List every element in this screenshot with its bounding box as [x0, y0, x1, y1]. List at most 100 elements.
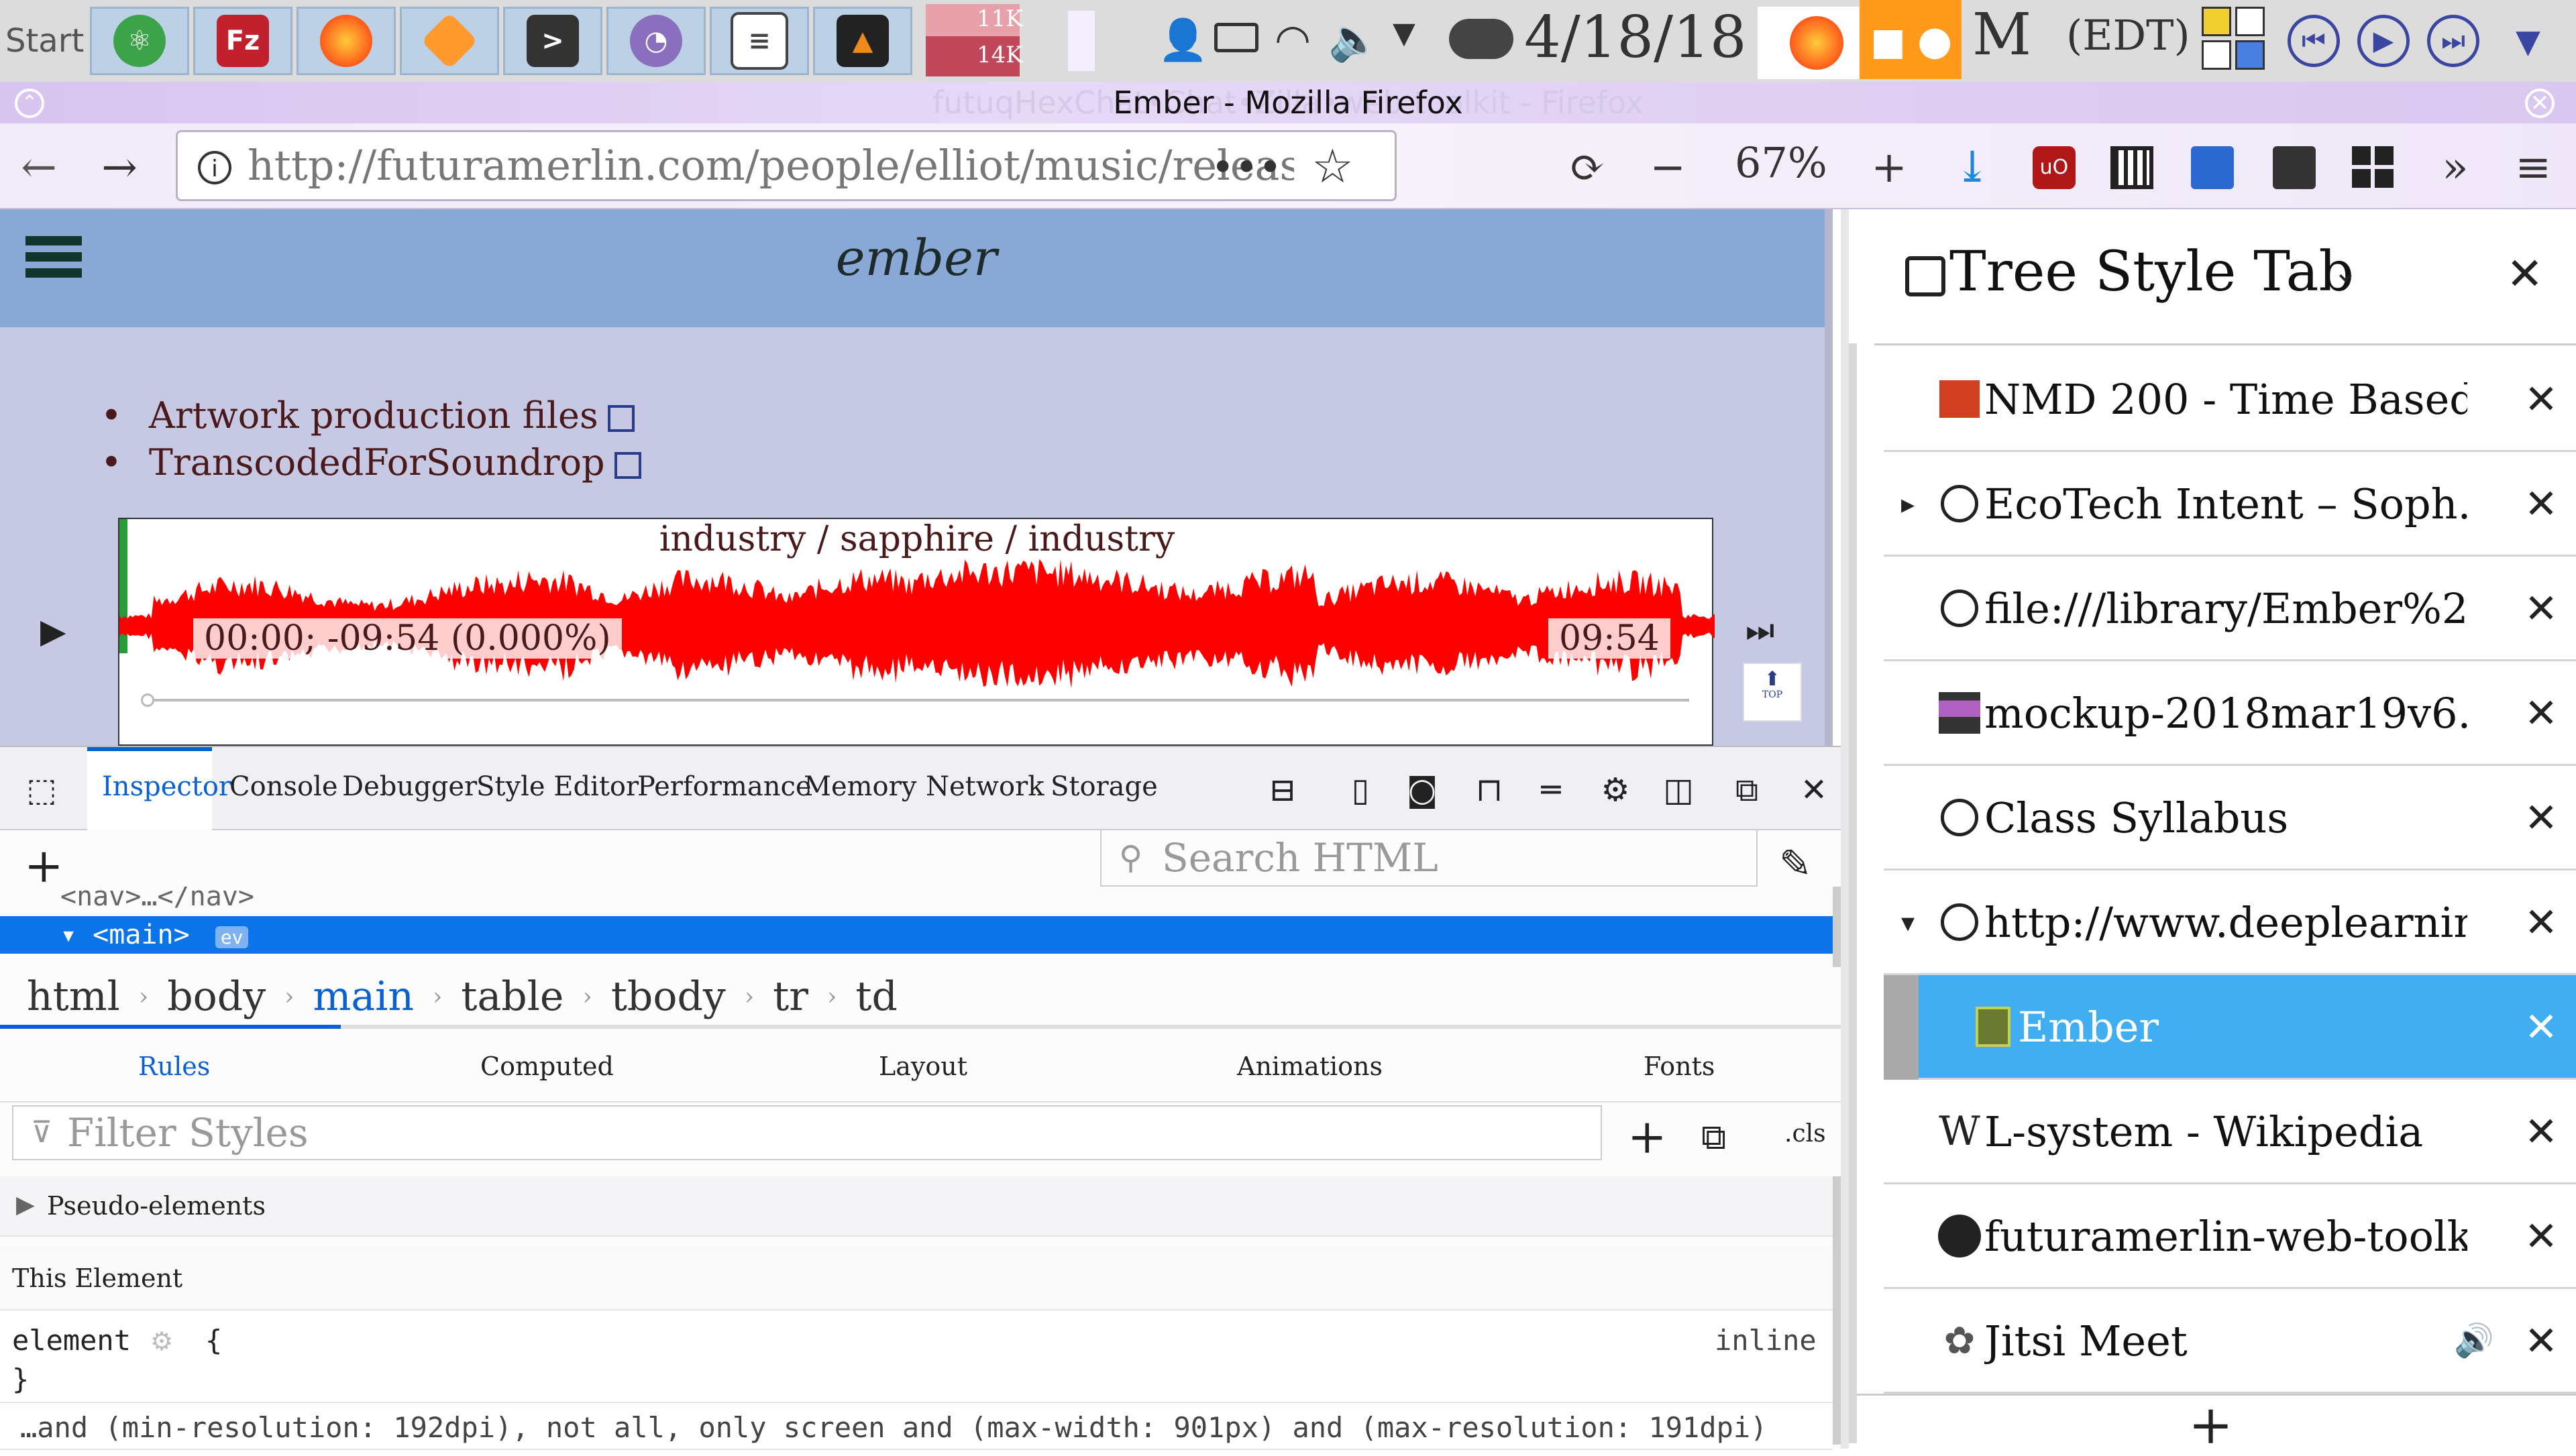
- tab-inspector[interactable]: Inspector: [102, 771, 231, 802]
- weather-cloud-icon[interactable]: [1449, 19, 1513, 59]
- sidebar-tab[interactable]: ▸ EcoTech Intent – Soph.. (2) ✕: [1884, 452, 2576, 557]
- next-track-icon[interactable]: ⏭: [2427, 15, 2479, 67]
- site-info-icon[interactable]: i: [198, 151, 231, 184]
- tab-rules[interactable]: Rules: [138, 1052, 210, 1081]
- cls-toggle[interactable]: .cls: [1784, 1120, 1826, 1147]
- link-artwork[interactable]: • Artwork production files: [101, 394, 635, 437]
- sidebar-tab[interactable]: ▾ http://www.deeplearningb.. ✕: [1884, 871, 2576, 975]
- previous-track-icon[interactable]: ⏮: [2288, 15, 2340, 67]
- tab-computed[interactable]: Computed: [480, 1052, 614, 1081]
- play-icon[interactable]: ▶: [2357, 15, 2410, 67]
- page-scrollbar[interactable]: [1825, 209, 1833, 746]
- crumb-table[interactable]: table: [461, 973, 564, 1020]
- taskbar-app-terminal[interactable]: >: [503, 7, 602, 75]
- app-menu-button[interactable]: ≡: [2506, 141, 2560, 194]
- sidebar-tab[interactable]: W L-system - Wikipedia ✕: [1884, 1080, 2576, 1184]
- tab-debugger[interactable]: Debugger: [342, 771, 477, 802]
- tab-close-icon[interactable]: ✕: [2514, 1184, 2568, 1289]
- sidebar-tab[interactable]: file:///library/Ember%20sa.. ✕: [1884, 557, 2576, 661]
- tab-close-icon[interactable]: ✕: [2514, 871, 2568, 975]
- sidebar-close-icon[interactable]: ✕: [2506, 248, 2543, 300]
- tab-audio-icon[interactable]: 🔊: [2454, 1321, 2494, 1359]
- inline-source-link[interactable]: inline: [1715, 1324, 1817, 1357]
- dock-side-icon[interactable]: ◫: [1660, 771, 1697, 809]
- play-button[interactable]: ▶: [40, 612, 66, 651]
- seek-handle[interactable]: [141, 693, 154, 707]
- crumb-main[interactable]: main: [313, 973, 415, 1020]
- element-rule[interactable]: element ⚙ { } inline: [0, 1312, 1833, 1403]
- screenshot-icon[interactable]: [2273, 146, 2316, 189]
- close-devtools-icon[interactable]: ✕: [1795, 771, 1833, 809]
- user-status-icon[interactable]: 👤: [1158, 16, 1208, 64]
- sidebar-tab[interactable]: mockup-2018mar19v6.png .. ✕: [1884, 661, 2576, 766]
- tab-animations[interactable]: Animations: [1237, 1052, 1383, 1081]
- zoom-level[interactable]: 67%: [1735, 138, 1827, 187]
- measure-icon[interactable]: ═: [1532, 771, 1570, 809]
- workspace-4[interactable]: [2235, 40, 2265, 70]
- tray-firefox[interactable]: [1758, 7, 1873, 79]
- sidebar-tab[interactable]: futuramerlin-web-toolkit/.. ✕: [1884, 1184, 2576, 1289]
- crumb-html[interactable]: html: [27, 973, 120, 1020]
- search-html-input[interactable]: ⚲ Search HTML: [1100, 829, 1758, 887]
- reload-button[interactable]: ⟳: [1560, 141, 1614, 194]
- expand-triangle-icon[interactable]: ▾: [60, 919, 93, 950]
- tree-twisty-icon[interactable]: ▾: [1901, 871, 1915, 975]
- rulers-icon[interactable]: ⊓: [1470, 771, 1508, 809]
- tab-performance[interactable]: Performance: [637, 771, 812, 802]
- new-tab-button[interactable]: +: [2188, 1394, 2233, 1456]
- tab-console[interactable]: Console: [229, 771, 338, 802]
- workspace-1[interactable]: [2202, 7, 2231, 36]
- taskbar-app-atom[interactable]: ⚛: [90, 7, 189, 75]
- responsive-design-icon[interactable]: ▯: [1342, 771, 1379, 809]
- start-button[interactable]: Start: [5, 0, 84, 82]
- site-brand[interactable]: ember: [0, 229, 1833, 287]
- link-transcoded[interactable]: • TranscodedForSoundrop: [101, 441, 641, 484]
- sidebar-scrollbar[interactable]: [1849, 343, 1857, 1443]
- sidebar-tab[interactable]: NMD 200 - Time Based .. ✕: [1884, 347, 2576, 452]
- sharing-indicator[interactable]: ■ ●: [1860, 0, 1962, 79]
- page-actions-icon[interactable]: •••: [1211, 144, 1282, 191]
- split-layout-icon[interactable]: ⊟: [1264, 771, 1301, 809]
- workspace-3[interactable]: [2202, 40, 2231, 70]
- sidebar-tab[interactable]: ✿ Jitsi Meet 🔊 ✕: [1884, 1289, 2576, 1394]
- tab-network[interactable]: Network: [926, 771, 1044, 802]
- add-node-icon[interactable]: +: [24, 838, 64, 893]
- taskbar-app-firefox[interactable]: [297, 7, 396, 75]
- event-badge[interactable]: ev: [215, 926, 249, 948]
- sidebar-title[interactable]: Tree Style Tab: [1949, 240, 2354, 304]
- add-rule-icon[interactable]: +: [1627, 1109, 1667, 1164]
- volume-menu-chevron-icon[interactable]: ▼: [1393, 16, 1415, 50]
- save-icon[interactable]: [2191, 146, 2234, 189]
- eyedropper-icon[interactable]: ✎: [1779, 841, 1812, 887]
- tab-close-icon[interactable]: ✕: [2514, 452, 2568, 557]
- tab-storage[interactable]: Storage: [1051, 771, 1158, 802]
- ublock-icon[interactable]: uO: [2033, 146, 2076, 189]
- pseudo-elements-row[interactable]: ▶ Pseudo-elements: [0, 1176, 1833, 1237]
- zoom-in-button[interactable]: +: [1862, 141, 1916, 194]
- markup-scrollbar[interactable]: [1833, 887, 1841, 967]
- tab-style-editor[interactable]: Style Editor: [476, 771, 639, 802]
- url-bar[interactable]: i http://futuramerlin.com/people/elliot/…: [176, 130, 1397, 201]
- bookmark-star-icon[interactable]: ☆: [1311, 139, 1354, 194]
- volume-icon[interactable]: 🔈: [1328, 15, 1380, 64]
- url-text[interactable]: http://futuramerlin.com/people/elliot/mu…: [248, 132, 1294, 199]
- crumb-td[interactable]: td: [855, 973, 898, 1020]
- overflow-button[interactable]: »: [2428, 141, 2482, 194]
- markup-node-main[interactable]: ▾ <main> ev: [0, 916, 1833, 954]
- tab-fonts[interactable]: Fonts: [1644, 1052, 1715, 1081]
- back-to-top-button[interactable]: ⬆ TOP: [1743, 663, 1802, 722]
- taskbar-app-editor[interactable]: ≡: [710, 7, 809, 75]
- tab-close-icon[interactable]: ✕: [2514, 766, 2568, 871]
- workspace-2[interactable]: [2235, 7, 2265, 36]
- battery-icon[interactable]: [1214, 23, 1258, 52]
- clock-label[interactable]: M: [1972, 1, 2031, 68]
- rules-scrollbar[interactable]: [1833, 1176, 1841, 1445]
- tab-close-icon[interactable]: ✕: [2514, 1080, 2568, 1184]
- tab-close-icon[interactable]: ✕: [2514, 661, 2568, 766]
- sidebar-tab[interactable]: Class Syllabus ✕: [1884, 766, 2576, 871]
- crumb-tbody[interactable]: tbody: [611, 973, 726, 1020]
- taskbar-app-pidgin[interactable]: ◔: [606, 7, 706, 75]
- seek-track[interactable]: [146, 699, 1689, 702]
- crumb-tr[interactable]: tr: [773, 973, 808, 1020]
- settings-gear-icon[interactable]: ⚙: [1597, 771, 1634, 809]
